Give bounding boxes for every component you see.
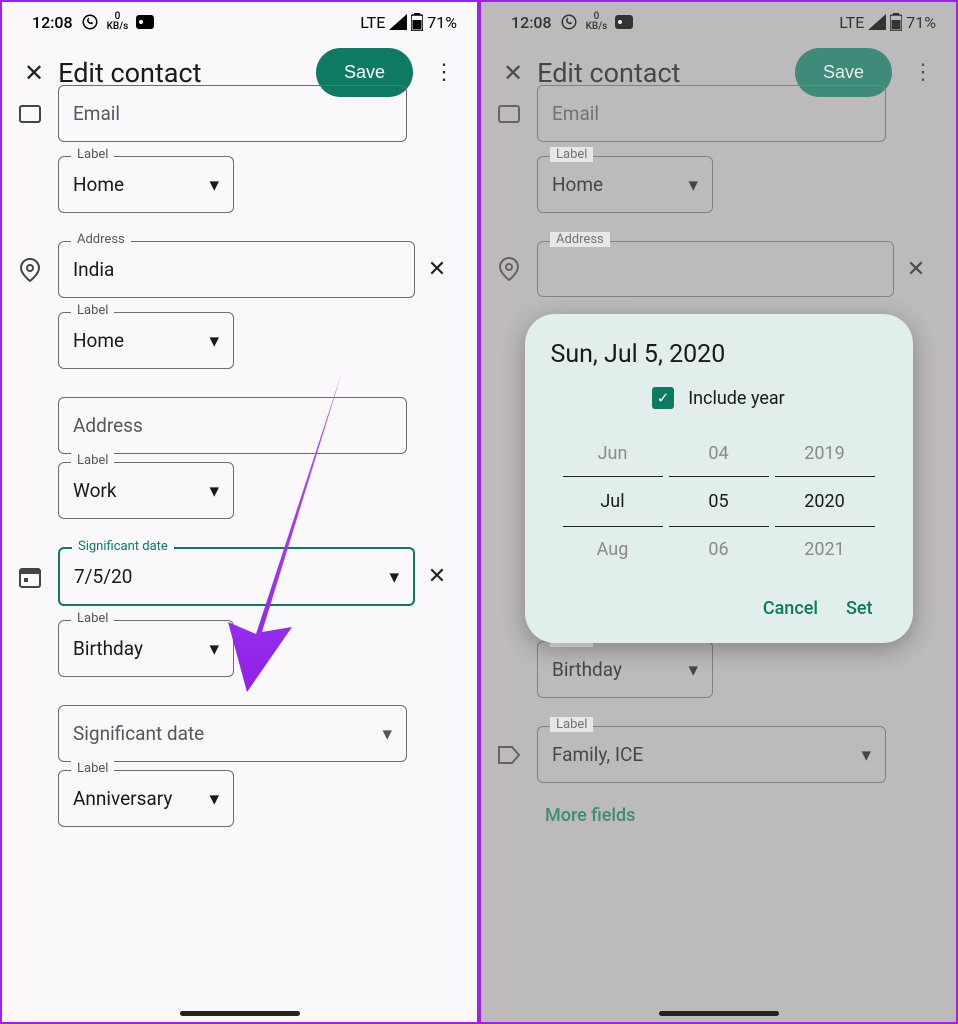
tag-icon xyxy=(498,746,520,764)
sigdate-label-dropdown: Label Birthday ▾ xyxy=(537,641,713,698)
close-icon: ✕ xyxy=(503,59,523,87)
battery-icon xyxy=(890,13,902,31)
data-rate-icon: 0KB/s xyxy=(586,12,608,32)
month-spinner[interactable]: Jun Jul Aug xyxy=(563,431,663,572)
clear-date-icon[interactable]: ✕ xyxy=(428,564,446,589)
close-icon[interactable]: ✕ xyxy=(24,59,44,87)
address-field[interactable]: Address India xyxy=(58,241,415,298)
overflow-icon[interactable]: ⋮ xyxy=(427,60,461,85)
clear-address-icon[interactable]: ✕ xyxy=(428,257,446,282)
data-rate-icon: 0KB/s xyxy=(107,12,129,32)
email-field[interactable]: Email xyxy=(58,85,407,142)
chevron-down-icon: ▾ xyxy=(209,329,219,352)
calendar-icon xyxy=(19,566,41,588)
year-spinner[interactable]: 2019 2020 2021 xyxy=(775,431,875,572)
location-icon xyxy=(20,258,40,282)
clear-icon: ✕ xyxy=(907,257,925,282)
significant-date2-field[interactable]: Significant date ▾ xyxy=(58,705,407,762)
battery-pct: 71% xyxy=(427,13,457,32)
chevron-down-icon: ▾ xyxy=(389,565,399,588)
address2-field[interactable]: Address xyxy=(58,397,407,454)
sigdate-label-dropdown[interactable]: Label Birthday ▾ xyxy=(58,620,234,677)
include-year-checkbox[interactable]: ✓ xyxy=(652,387,674,409)
chevron-down-icon: ▾ xyxy=(209,637,219,660)
more-fields-button: More fields xyxy=(537,795,635,826)
email-field: Email xyxy=(537,85,886,142)
include-year-label: Include year xyxy=(688,388,785,409)
status-bar: 12:08 0KB/s LTE 71% xyxy=(481,2,956,38)
cancel-button[interactable]: Cancel xyxy=(763,598,818,619)
nav-handle[interactable] xyxy=(180,1011,300,1016)
nav-handle[interactable] xyxy=(659,1011,779,1016)
sigdate2-label-dropdown[interactable]: Label Anniversary ▾ xyxy=(58,770,234,827)
set-button[interactable]: Set xyxy=(846,598,873,619)
email-label-dropdown: Label Home ▾ xyxy=(537,156,713,213)
location-icon xyxy=(499,257,519,281)
email-icon xyxy=(498,105,520,123)
dialog-title: Sun, Jul 5, 2020 xyxy=(551,340,887,369)
address-field: Address xyxy=(537,241,894,297)
signal-icon xyxy=(389,14,407,30)
significant-date-field[interactable]: Significant date 7/5/20 ▾ xyxy=(58,547,415,606)
status-time: 12:08 xyxy=(511,13,552,32)
address-label-dropdown[interactable]: Label Home ▾ xyxy=(58,312,234,369)
email-icon xyxy=(19,105,41,123)
date-picker-dialog: Sun, Jul 5, 2020 ✓ Include year Jun Jul … xyxy=(525,314,913,643)
day-spinner[interactable]: 04 05 06 xyxy=(669,431,769,572)
whatsapp-icon xyxy=(560,13,578,31)
battery-pct: 71% xyxy=(906,13,936,32)
chevron-down-icon: ▾ xyxy=(688,658,698,681)
overflow-icon: ⋮ xyxy=(906,60,940,85)
email-label-dropdown[interactable]: Label Home ▾ xyxy=(58,156,234,213)
page-title: Edit contact xyxy=(537,57,781,89)
status-bar: 12:08 0KB/s LTE 71% xyxy=(2,2,477,38)
chevron-down-icon: ▾ xyxy=(382,722,392,745)
chevron-down-icon: ▾ xyxy=(688,173,698,196)
chevron-down-icon: ▾ xyxy=(209,787,219,810)
address2-label-dropdown[interactable]: Label Work ▾ xyxy=(58,462,234,519)
status-time: 12:08 xyxy=(32,13,73,32)
page-title: Edit contact xyxy=(58,57,302,89)
card-icon xyxy=(615,15,633,29)
chevron-down-icon: ▾ xyxy=(209,173,219,196)
network-label: LTE xyxy=(839,13,864,32)
signal-icon xyxy=(868,14,886,30)
chevron-down-icon: ▾ xyxy=(861,743,871,766)
whatsapp-icon xyxy=(81,13,99,31)
custom-label-field: Label Family, ICE ▾ xyxy=(537,726,886,783)
network-label: LTE xyxy=(360,13,385,32)
chevron-down-icon: ▾ xyxy=(209,479,219,502)
card-icon xyxy=(136,15,154,29)
battery-icon xyxy=(411,13,423,31)
